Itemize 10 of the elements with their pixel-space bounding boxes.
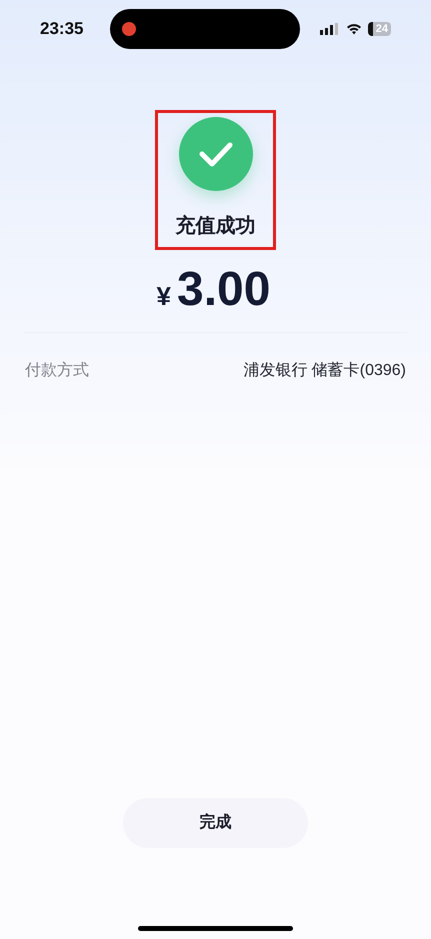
battery-icon: 24	[368, 22, 391, 36]
signal-icon	[320, 23, 340, 35]
success-title: 充值成功	[176, 214, 256, 239]
amount-text: 3.00	[177, 262, 270, 318]
wifi-icon	[346, 23, 362, 35]
detail-value: 浦发银行 储蓄卡(0396)	[243, 360, 406, 381]
currency-symbol: ¥	[156, 280, 172, 313]
done-button[interactable]: 完成	[123, 798, 308, 848]
detail-label: 付款方式	[25, 360, 89, 381]
status-time: 23:35	[40, 18, 84, 40]
